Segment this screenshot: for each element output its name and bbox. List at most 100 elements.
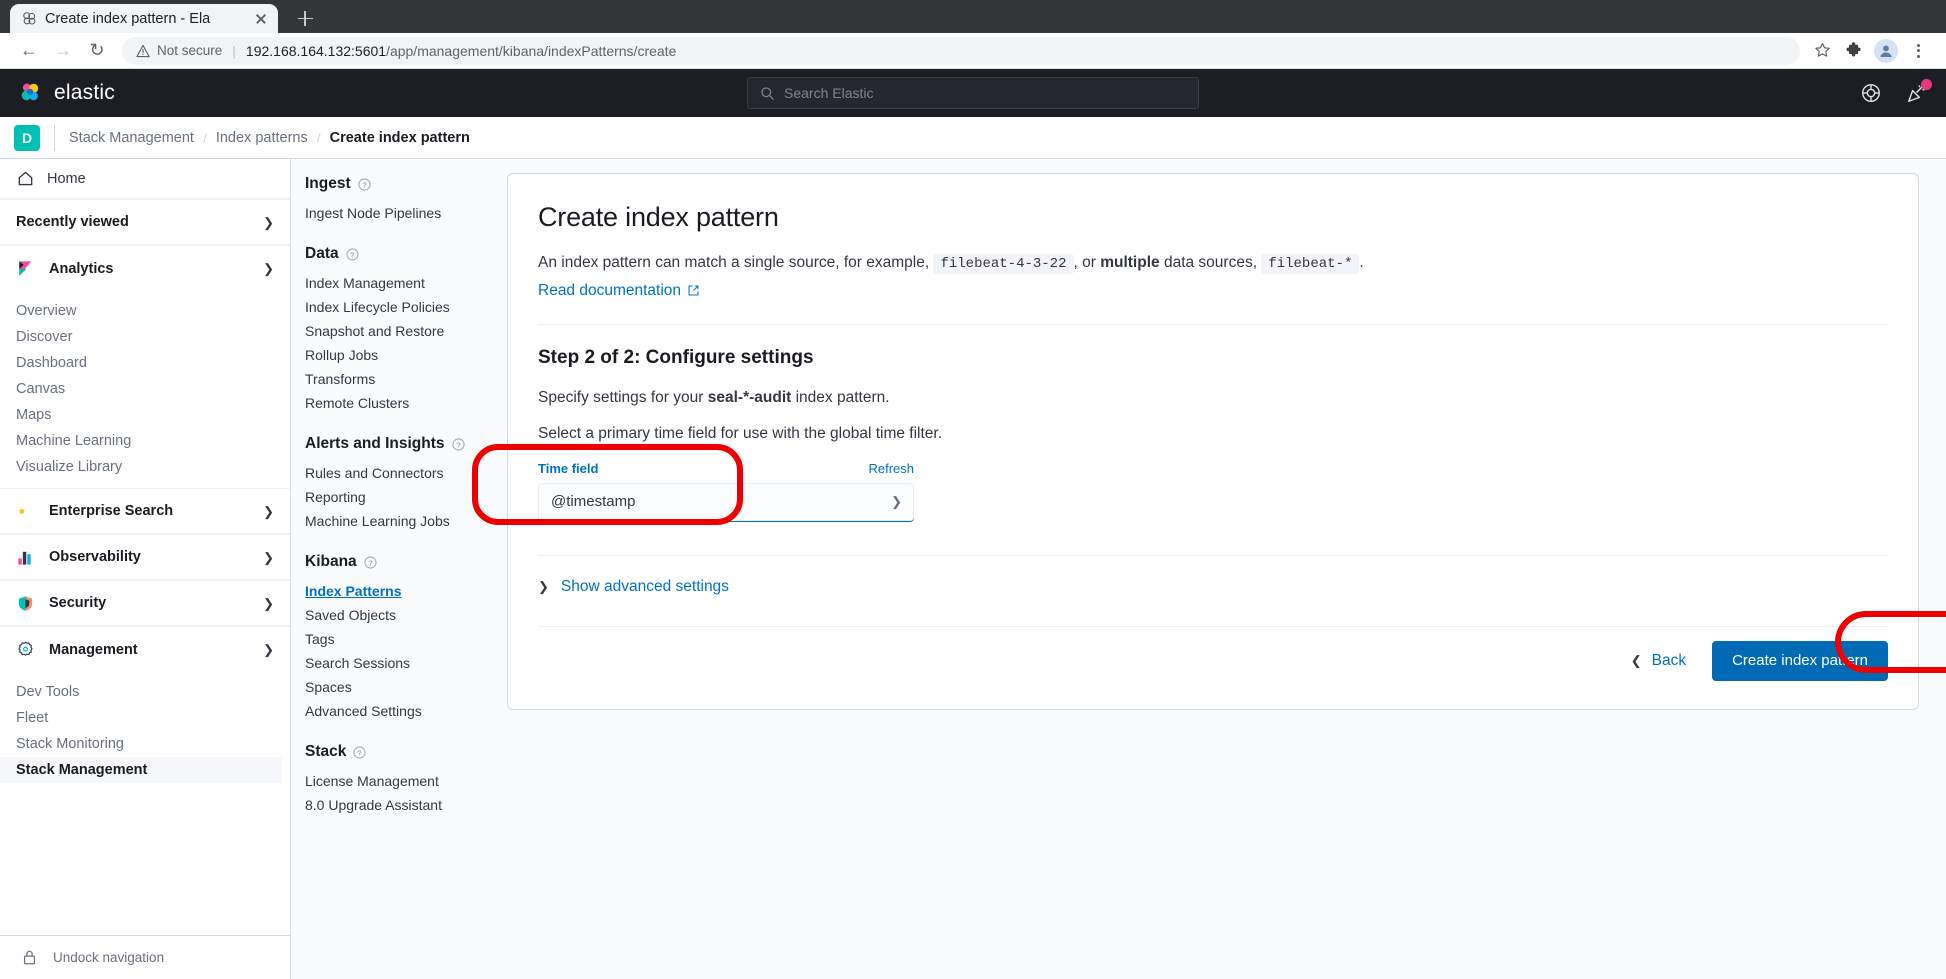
intro-bold-multiple: multiple xyxy=(1100,254,1159,271)
browser-tab[interactable]: Create index pattern - Ela xyxy=(10,4,278,33)
management-link-remote-clusters[interactable]: Remote Clusters xyxy=(305,393,483,413)
profile-avatar-icon[interactable] xyxy=(1870,36,1902,66)
management-link-spaces[interactable]: Spaces xyxy=(305,677,483,697)
sidebar-group-enterprise-search[interactable]: Enterprise Search ❯ xyxy=(0,488,290,534)
tab-close-icon[interactable] xyxy=(252,10,270,28)
primary-navigation: Home Recently viewed ❯ Analytics ❯ Overv… xyxy=(0,159,291,979)
address-bar[interactable]: Not secure | 192.168.164.132:5601/app/ma… xyxy=(122,37,1800,65)
svg-text:?: ? xyxy=(456,440,461,449)
management-link-license-management[interactable]: License Management xyxy=(305,771,483,791)
help-question-icon[interactable]: ? xyxy=(364,556,377,569)
chevron-right-icon: ❯ xyxy=(263,597,274,610)
management-section-stack: Stack ? License Management 8.0 Upgrade A… xyxy=(305,743,483,815)
management-link-reporting[interactable]: Reporting xyxy=(305,487,483,507)
lock-icon xyxy=(20,948,39,967)
bookmark-star-icon[interactable] xyxy=(1806,36,1838,66)
observability-logo-icon xyxy=(16,548,35,567)
management-link-index-lifecycle-policies[interactable]: Index Lifecycle Policies xyxy=(305,297,483,317)
elastic-logo-icon xyxy=(18,80,44,106)
kibana-header: elastic Search Elastic xyxy=(0,69,1946,117)
reload-icon[interactable]: ↻ xyxy=(80,36,114,66)
show-advanced-settings-label: Show advanced settings xyxy=(561,578,729,596)
breadcrumb-separator: / xyxy=(317,130,321,146)
browser-menu-icon[interactable] xyxy=(1902,36,1934,66)
time-field-select[interactable]: @timestamp ❯ xyxy=(538,483,914,521)
management-link-ingest-node-pipelines[interactable]: Ingest Node Pipelines xyxy=(305,203,483,223)
address-bar-url: 192.168.164.132:5601/app/management/kiba… xyxy=(246,43,676,59)
management-link-snapshot-and-restore[interactable]: Snapshot and Restore xyxy=(305,321,483,341)
management-link-search-sessions[interactable]: Search Sessions xyxy=(305,653,483,673)
undock-navigation-label: Undock navigation xyxy=(53,950,164,965)
back-icon[interactable]: ← xyxy=(12,36,46,66)
intro-part-2: , or xyxy=(1074,254,1096,271)
sidebar-item-discover[interactable]: Discover xyxy=(0,324,290,350)
management-link-machine-learning-jobs[interactable]: Machine Learning Jobs xyxy=(305,511,483,531)
read-documentation-link[interactable]: Read documentation xyxy=(538,282,700,300)
sidebar-item-maps[interactable]: Maps xyxy=(0,402,290,428)
management-link-tags[interactable]: Tags xyxy=(305,629,483,649)
show-advanced-settings-toggle[interactable]: ❯ Show advanced settings xyxy=(538,578,1888,596)
management-link-transforms[interactable]: Transforms xyxy=(305,369,483,389)
create-index-pattern-button[interactable]: Create index pattern xyxy=(1712,641,1888,681)
sidebar-subitems-management: Dev Tools Fleet Stack Monitoring Stack M… xyxy=(0,672,290,791)
sidebar-item-dev-tools[interactable]: Dev Tools xyxy=(0,679,290,705)
chevron-down-icon: ❯ xyxy=(891,494,902,510)
help-question-icon[interactable]: ? xyxy=(452,438,465,451)
sidebar-item-stack-monitoring[interactable]: Stack Monitoring xyxy=(0,731,290,757)
help-circle-icon[interactable] xyxy=(1860,82,1882,104)
sidebar-item-recently-viewed[interactable]: Recently viewed ❯ xyxy=(0,199,290,245)
sidebar-item-label: Home xyxy=(47,171,86,187)
management-link-advanced-settings[interactable]: Advanced Settings xyxy=(305,701,483,721)
management-link-index-patterns[interactable]: Index Patterns xyxy=(305,581,483,601)
browser-toolbar: ← → ↻ Not secure | 192.168.164.132:5601/… xyxy=(0,33,1946,69)
help-question-icon[interactable]: ? xyxy=(358,178,371,191)
sidebar-item-stack-management[interactable]: Stack Management xyxy=(0,757,282,783)
breadcrumb-index-patterns[interactable]: Index patterns xyxy=(216,130,308,146)
sidebar-item-fleet[interactable]: Fleet xyxy=(0,705,290,731)
forward-icon[interactable]: → xyxy=(46,36,80,66)
panel-footer: ❮ Back Create index pattern xyxy=(538,641,1888,681)
sidebar-item-dashboard[interactable]: Dashboard xyxy=(0,350,290,376)
sidebar-item-machine-learning[interactable]: Machine Learning xyxy=(0,428,290,454)
announcements-icon[interactable] xyxy=(1906,82,1928,104)
management-section-title: Alerts and Insights ? xyxy=(305,435,483,453)
sidebar-group-label: Enterprise Search xyxy=(49,503,249,519)
browser-tab-title: Create index pattern - Ela xyxy=(45,11,244,27)
time-field-header: Time field Refresh xyxy=(538,461,914,476)
sidebar-item-home[interactable]: Home xyxy=(0,159,290,199)
sidebar-item-overview[interactable]: Overview xyxy=(0,298,290,324)
sidebar-group-management[interactable]: Management ❯ xyxy=(0,626,290,672)
sidebar-item-visualize-library[interactable]: Visualize Library xyxy=(0,454,290,480)
sidebar-group-observability[interactable]: Observability ❯ xyxy=(0,534,290,580)
browser-tab-strip: Create index pattern - Ela xyxy=(0,0,1946,33)
undock-navigation-button[interactable]: Undock navigation xyxy=(0,935,290,979)
management-link-rollup-jobs[interactable]: Rollup Jobs xyxy=(305,345,483,365)
notification-badge xyxy=(1921,79,1932,90)
breadcrumb-separator: / xyxy=(203,130,207,146)
refresh-button[interactable]: Refresh xyxy=(868,461,914,476)
management-link-saved-objects[interactable]: Saved Objects xyxy=(305,605,483,625)
management-link-upgrade-assistant[interactable]: 8.0 Upgrade Assistant xyxy=(305,795,483,815)
help-question-icon[interactable]: ? xyxy=(353,746,366,759)
not-secure-warning-icon xyxy=(136,44,150,58)
sidebar-item-canvas[interactable]: Canvas xyxy=(0,376,290,402)
management-section-title: Kibana ? xyxy=(305,553,483,571)
back-button[interactable]: ❮ Back xyxy=(1631,652,1686,670)
management-link-rules-and-connectors[interactable]: Rules and Connectors xyxy=(305,463,483,483)
sidebar-subitems-analytics: Overview Discover Dashboard Canvas Maps … xyxy=(0,291,290,488)
main-content: Create index pattern An index pattern ca… xyxy=(483,159,1946,979)
extensions-puzzle-icon[interactable] xyxy=(1838,36,1870,66)
elastic-favicon-icon xyxy=(22,11,37,26)
global-search-input[interactable]: Search Elastic xyxy=(747,77,1199,109)
svg-text:?: ? xyxy=(358,748,363,757)
help-question-icon[interactable]: ? xyxy=(346,248,359,261)
management-link-index-management[interactable]: Index Management xyxy=(305,273,483,293)
new-tab-button[interactable] xyxy=(290,4,320,33)
space-avatar[interactable]: D xyxy=(14,125,40,151)
sidebar-group-security[interactable]: Security ❯ xyxy=(0,580,290,626)
select-time-field-hint: Select a primary time field for use with… xyxy=(538,425,1888,443)
specify-suffix: index pattern. xyxy=(796,389,890,406)
breadcrumb-stack-management[interactable]: Stack Management xyxy=(69,130,194,146)
sidebar-group-analytics[interactable]: Analytics ❯ xyxy=(0,245,290,291)
elastic-brand[interactable]: elastic xyxy=(18,80,115,106)
